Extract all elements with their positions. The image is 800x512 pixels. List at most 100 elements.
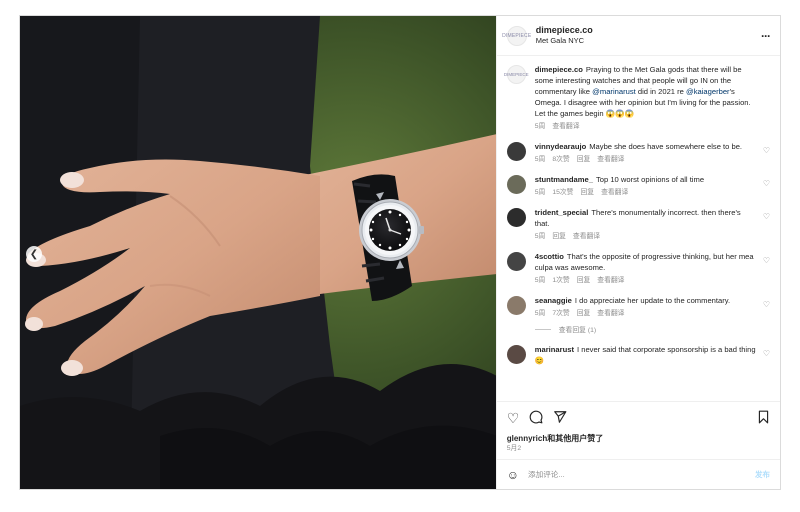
comment-icon-glyph [529, 410, 543, 423]
comment-time[interactable]: 5周 [535, 156, 546, 163]
comment-meta: 5周 1次赞 回复 查看翻译 [535, 276, 756, 285]
comment-likes[interactable]: 8次赞 [552, 156, 569, 163]
comment-avatar[interactable] [506, 252, 526, 271]
comment-content: Top 10 worst opinions of all time [595, 175, 705, 184]
mention-link[interactable]: @kaiagerber [686, 87, 730, 96]
translate-link[interactable]: 查看翻译 [601, 189, 628, 196]
add-comment-bar: ☺ 发布 [496, 459, 780, 489]
comment-avatar[interactable] [506, 175, 526, 194]
post-photo[interactable]: ❮ [20, 16, 496, 489]
comment-username[interactable]: 4scottio [535, 252, 564, 261]
view-replies-button[interactable]: 查看回复 (1) [534, 324, 770, 334]
comment-username[interactable]: trident_special [535, 208, 589, 217]
caption-body: dimepiece.co Praying to the Met Gala gods… [535, 64, 770, 131]
post-date: 5月2 [506, 445, 522, 452]
comment-likes[interactable]: 1次赞 [552, 277, 569, 284]
send-icon-glyph [554, 410, 567, 423]
chevron-left-icon: ❮ [29, 248, 39, 260]
action-bar: ♡ [496, 401, 780, 433]
comment-content: Maybe she does have somewhere else to be… [589, 142, 743, 151]
heart-icon[interactable]: ♡ [763, 179, 770, 188]
post-location[interactable]: Met Gala NYC [536, 36, 761, 46]
send-icon[interactable] [553, 410, 567, 426]
comment-meta: 5周 8次赞 回复 查看翻译 [535, 155, 756, 164]
translate-link[interactable]: 查看翻译 [597, 310, 624, 317]
comment-body: seanaggie I do appreciate her update to t… [535, 295, 770, 318]
comment-input[interactable] [528, 470, 755, 479]
reply-button[interactable]: 回复 [580, 189, 594, 196]
caption-avatar[interactable]: DIMEPIECE [503, 65, 529, 84]
heart-icon[interactable]: ♡ [507, 411, 520, 425]
comment-avatar[interactable] [506, 208, 526, 227]
likes-text[interactable]: glennyrich和其他用户赞了 [507, 433, 770, 444]
comment-username[interactable]: stuntmandame_ [535, 175, 593, 184]
carousel-prev-button[interactable]: ❮ [26, 246, 42, 262]
comment-text: vinnydearaujo Maybe she does have somewhe… [535, 141, 756, 152]
comment-time[interactable]: 5周 [535, 310, 546, 317]
logo-text: DIMEPIECE [503, 72, 529, 77]
comment-username[interactable]: seanaggie [535, 296, 572, 305]
comment-body: 4scottio That's the opposite of progressi… [535, 251, 770, 285]
caption-username[interactable]: dimepiece.co [535, 65, 583, 74]
comment-time[interactable]: 5周 [535, 189, 546, 196]
comment: 4scottio That's the opposite of progressi… [506, 251, 770, 285]
comment-meta: 5周 回复 查看翻译 [535, 232, 756, 241]
caption-text-part: did in 2021 re [635, 87, 686, 96]
caption-time[interactable]: 5周 [535, 123, 546, 130]
comment-username[interactable]: marinarust [535, 345, 574, 354]
translate-link[interactable]: 查看翻译 [573, 233, 600, 240]
comments-list[interactable]: DIMEPIECE dimepiece.co Praying to the Met… [497, 56, 780, 401]
comment-content: I do appreciate her update to the commen… [574, 296, 731, 305]
comment-body: stuntmandame_ Top 10 worst opinions of al… [535, 174, 770, 197]
caption-text: dimepiece.co Praying to the Met Gala gods… [535, 64, 756, 119]
comment-icon[interactable] [529, 410, 543, 426]
comment-text: 4scottio That's the opposite of progressi… [535, 251, 756, 273]
comment-username[interactable]: vinnydearaujo [535, 142, 586, 151]
heart-icon[interactable]: ♡ [763, 256, 770, 265]
emoji-icon[interactable]: ☺ [507, 468, 519, 482]
comment-likes[interactable]: 15次赞 [552, 189, 573, 196]
author-username[interactable]: dimepiece.co [536, 25, 761, 36]
more-horizontal-icon[interactable]: ··· [761, 29, 771, 43]
comment: vinnydearaujo Maybe she does have somewhe… [506, 141, 770, 164]
post-modal: ❮ DIMEPIECE dimepiece.co Met Gala NYC ··… [19, 15, 781, 490]
comment: marinarust I never said that corporate sp… [506, 344, 770, 366]
comment-meta: 5周 7次赞 回复 查看翻译 [535, 309, 756, 318]
comment: seanaggie I do appreciate her update to t… [506, 295, 770, 318]
author-avatar[interactable]: DIMEPIECE [502, 25, 531, 46]
comment-meta: 5周 15次赞 回复 查看翻译 [535, 188, 756, 197]
reply-button[interactable]: 回复 [577, 156, 591, 163]
comment-time[interactable]: 5周 [535, 233, 546, 240]
translate-link[interactable]: 查看翻译 [552, 123, 579, 130]
heart-icon[interactable]: ♡ [763, 146, 770, 155]
comment-avatar[interactable] [506, 296, 526, 315]
comment-text: stuntmandame_ Top 10 worst opinions of al… [535, 174, 756, 185]
comment-body: trident_special There's monumentally inco… [535, 207, 770, 241]
comment-body: marinarust I never said that corporate sp… [535, 344, 770, 366]
comment-likes[interactable]: 7次赞 [552, 310, 569, 317]
logo-text: DIMEPIECE [502, 32, 532, 39]
caption: DIMEPIECE dimepiece.co Praying to the Met… [503, 64, 770, 131]
heart-icon[interactable]: ♡ [763, 300, 770, 309]
reply-button[interactable]: 回复 [552, 233, 566, 240]
divider-line [534, 328, 551, 330]
bookmark-icon[interactable] [757, 410, 770, 426]
post-comment-button[interactable]: 发布 [755, 469, 770, 480]
post-header: DIMEPIECE dimepiece.co Met Gala NYC ··· [496, 16, 780, 56]
mention-link[interactable]: @marinarust [592, 87, 636, 96]
heart-icon[interactable]: ♡ [763, 349, 770, 358]
comment-text: trident_special There's monumentally inco… [535, 207, 756, 229]
comment-content: That's the opposite of progressive think… [534, 252, 754, 272]
translate-link[interactable]: 查看翻译 [597, 277, 624, 284]
bookmark-icon-glyph [758, 410, 769, 423]
comment-time[interactable]: 5周 [535, 277, 546, 284]
wrist-watch-photo [20, 16, 496, 489]
heart-icon[interactable]: ♡ [763, 212, 770, 221]
reply-button[interactable]: 回复 [577, 310, 591, 317]
translate-link[interactable]: 查看翻译 [597, 156, 624, 163]
reply-button[interactable]: 回复 [577, 277, 591, 284]
comment-body: vinnydearaujo Maybe she does have somewhe… [535, 141, 770, 164]
comment-avatar[interactable] [506, 345, 526, 364]
comment-avatar[interactable] [506, 142, 526, 161]
comment: stuntmandame_ Top 10 worst opinions of al… [506, 174, 770, 197]
